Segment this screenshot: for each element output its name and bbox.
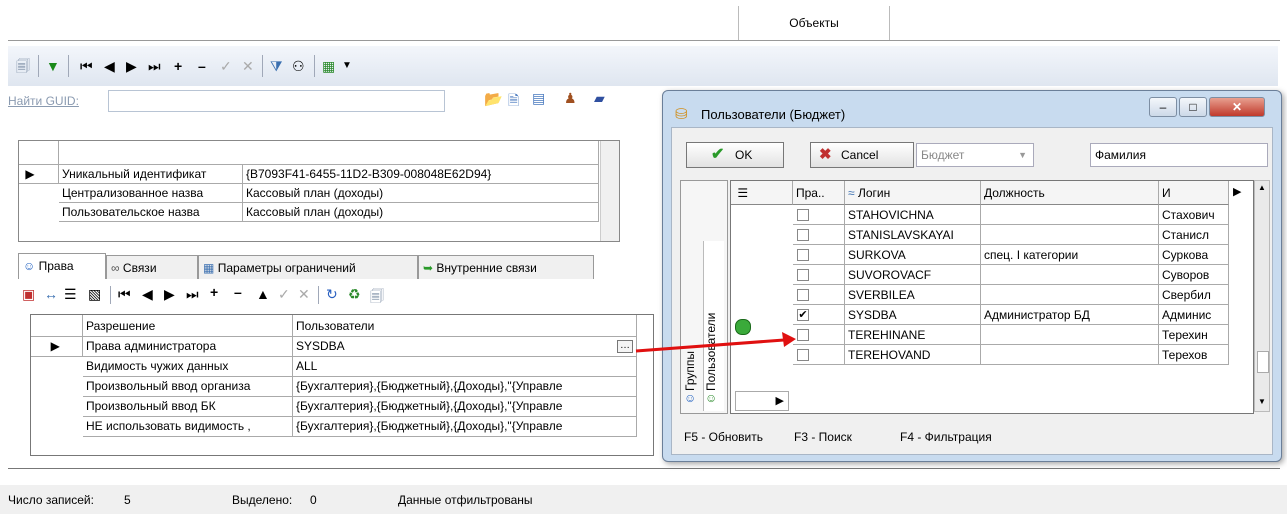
red-arrow xyxy=(635,332,796,353)
